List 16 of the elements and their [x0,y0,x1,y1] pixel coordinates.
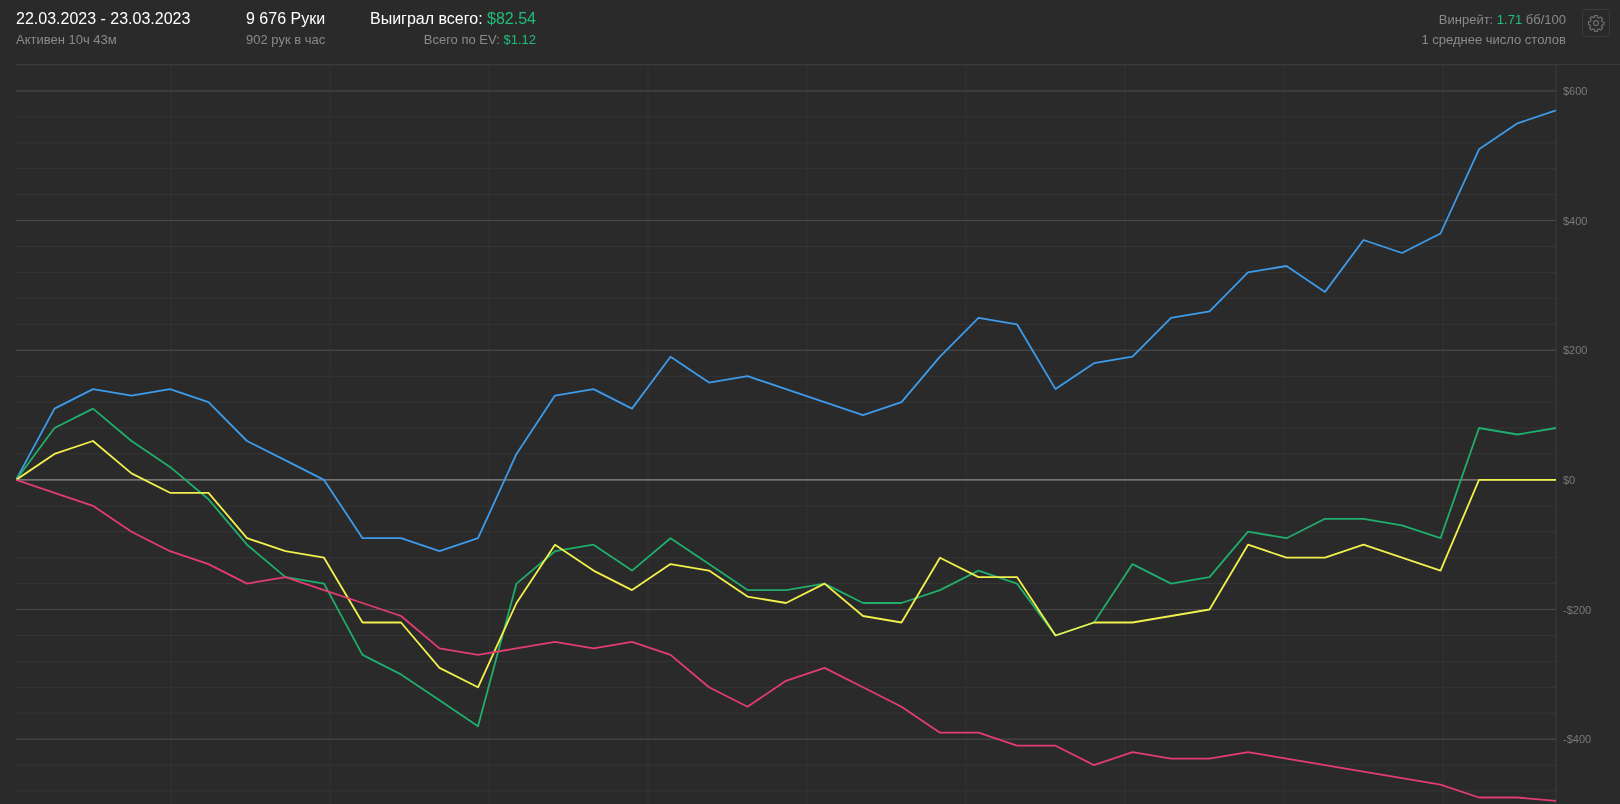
settings-icon [1587,14,1605,32]
axis-label: -$200 [1563,603,1592,616]
axis-label: $400 [1563,214,1588,227]
average-tables: 1 среднее число столов [1421,31,1566,49]
active-time: Активен 10ч 43м [16,31,117,49]
date-range: 22.03.2023 - 23.03.2023 [16,9,191,29]
settings-button[interactable] [1582,9,1610,37]
axis-label: -$400 [1563,733,1592,746]
winrate: Винрейт: 1.71 бб/100 [1438,11,1566,29]
hands-per-hour: 902 рук в час [246,31,326,49]
total-won: Выиграл всего: $82.54 [370,9,536,29]
axis-label: $200 [1563,344,1588,357]
axis-label: $0 [1563,473,1576,486]
axis-label: $600 [1563,84,1588,97]
hands-count: 9 676 Руки [246,9,326,29]
ev-total: Всего по EV: $1.12 [423,31,536,49]
